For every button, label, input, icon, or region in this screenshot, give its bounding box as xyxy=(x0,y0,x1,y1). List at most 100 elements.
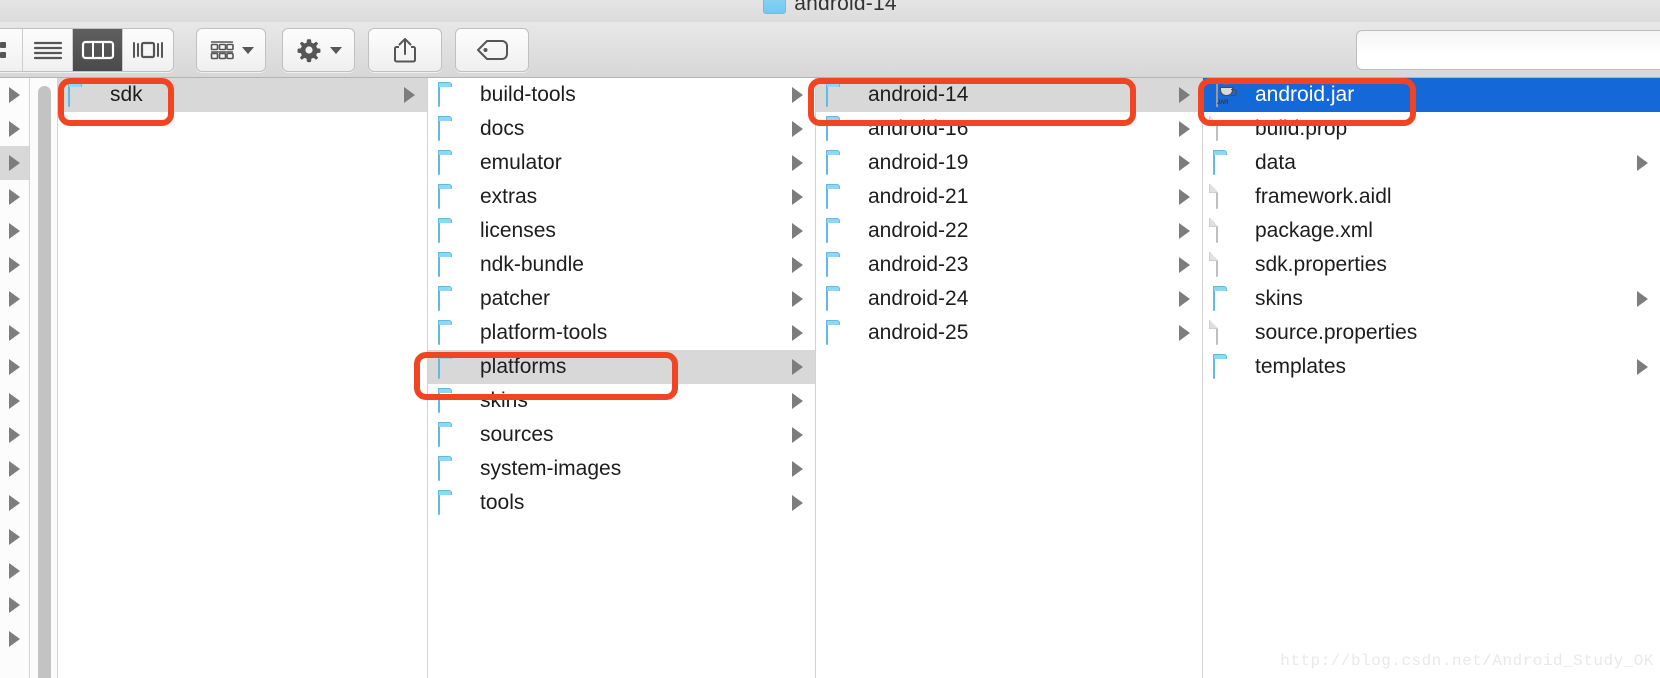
list-item[interactable]: sdk.properties xyxy=(1203,248,1660,282)
disclosure-row[interactable] xyxy=(0,214,29,248)
list-item[interactable]: android-14 xyxy=(816,78,1202,112)
list-item[interactable]: docs xyxy=(428,112,815,146)
list-view-button[interactable] xyxy=(23,29,73,71)
list-item[interactable]: sdk xyxy=(58,78,427,112)
list-item[interactable]: android-25 xyxy=(816,316,1202,350)
list-item[interactable]: android-24 xyxy=(816,282,1202,316)
arrange-button[interactable] xyxy=(196,28,266,72)
jar-file-icon: JAR xyxy=(1213,82,1243,107)
list-item[interactable]: patcher xyxy=(428,282,815,316)
list-item[interactable]: extras xyxy=(428,180,815,214)
list-item-label: data xyxy=(1255,151,1296,174)
list-item-label: sources xyxy=(480,423,554,446)
list-item[interactable]: android-16 xyxy=(816,112,1202,146)
list-item[interactable]: android-23 xyxy=(816,248,1202,282)
list-item[interactable]: skins xyxy=(428,384,815,418)
list-item[interactable]: ndk-bundle xyxy=(428,248,815,282)
chevron-right-icon xyxy=(1179,223,1190,239)
chevron-right-icon xyxy=(792,393,803,409)
disclosure-row[interactable] xyxy=(0,248,29,282)
icon-view-button[interactable] xyxy=(0,29,23,71)
list-item[interactable]: build-tools xyxy=(428,78,815,112)
disclosure-row[interactable] xyxy=(0,282,29,316)
folder-icon xyxy=(1213,286,1243,311)
chevron-right-icon xyxy=(1179,291,1190,307)
disclosure-row[interactable] xyxy=(0,520,29,554)
list-item[interactable]: build.prop xyxy=(1203,112,1660,146)
list-item[interactable]: package.xml xyxy=(1203,214,1660,248)
list-item[interactable]: tools xyxy=(428,486,815,520)
list-item[interactable]: android-22 xyxy=(816,214,1202,248)
disclosure-row[interactable] xyxy=(0,146,29,180)
column-android-14-contents[interactable]: JAR android.jar build.prop data framework.ai… xyxy=(1203,78,1660,678)
list-item[interactable]: source.properties xyxy=(1203,316,1660,350)
tags-button[interactable] xyxy=(455,28,529,72)
list-item[interactable]: platform-tools xyxy=(428,316,815,350)
list-view-icon xyxy=(33,41,62,60)
list-item[interactable]: android-21 xyxy=(816,180,1202,214)
list-item-label: android-19 xyxy=(868,151,969,174)
folder-icon xyxy=(438,252,468,277)
chevron-right-icon xyxy=(1637,155,1648,171)
list-item[interactable]: licenses xyxy=(428,214,815,248)
search-input[interactable] xyxy=(1356,30,1660,70)
chevron-right-icon xyxy=(1179,87,1190,103)
disclosure-row[interactable] xyxy=(0,554,29,588)
list-item[interactable]: skins xyxy=(1203,282,1660,316)
scrollbar-thumb[interactable] xyxy=(38,86,51,678)
grid-view-icon xyxy=(0,42,6,58)
list-item[interactable]: templates xyxy=(1203,350,1660,384)
chevron-right-icon xyxy=(9,427,20,443)
disclosure-row[interactable] xyxy=(0,588,29,622)
list-item[interactable]: sources xyxy=(428,418,815,452)
folder-icon xyxy=(826,286,856,311)
chevron-right-icon xyxy=(792,87,803,103)
folder-icon xyxy=(438,388,468,413)
column-browser: sdk build-tools docs emulator extras license… xyxy=(0,78,1660,678)
chevron-right-icon xyxy=(404,87,415,103)
list-item-label: android-25 xyxy=(868,321,969,344)
chevron-right-icon xyxy=(792,121,803,137)
folder-icon xyxy=(826,320,856,345)
column-0-arrows-only[interactable] xyxy=(0,78,30,678)
column-view-button[interactable] xyxy=(73,29,123,71)
list-item[interactable]: JAR android.jar xyxy=(1203,78,1660,112)
column-sdk[interactable]: sdk xyxy=(58,78,428,678)
list-item-label: source.properties xyxy=(1255,321,1418,344)
list-item[interactable]: android-19 xyxy=(816,146,1202,180)
list-item[interactable]: system-images xyxy=(428,452,815,486)
folder-icon xyxy=(826,150,856,175)
chevron-right-icon xyxy=(792,461,803,477)
column-0-scrollbar[interactable] xyxy=(30,78,58,678)
list-item[interactable]: framework.aidl xyxy=(1203,180,1660,214)
disclosure-row[interactable] xyxy=(0,452,29,486)
list-item[interactable]: data xyxy=(1203,146,1660,180)
folder-icon xyxy=(438,82,468,107)
gallery-view-button[interactable] xyxy=(123,29,173,71)
disclosure-row[interactable] xyxy=(0,316,29,350)
share-button[interactable] xyxy=(368,28,442,72)
chevron-right-icon xyxy=(792,223,803,239)
list-item[interactable]: emulator xyxy=(428,146,815,180)
disclosure-row[interactable] xyxy=(0,486,29,520)
list-item-label: tools xyxy=(480,491,525,514)
column-platforms-contents[interactable]: android-14 android-16 android-19 android-21… xyxy=(816,78,1203,678)
disclosure-row[interactable] xyxy=(0,384,29,418)
window-titlebar: android-14 xyxy=(0,0,1660,22)
window-title: android-14 xyxy=(794,0,897,15)
column-sdk-contents[interactable]: build-tools docs emulator extras licenses ndk… xyxy=(428,78,816,678)
action-button[interactable] xyxy=(282,28,355,72)
list-item[interactable]: platforms xyxy=(428,350,815,384)
list-item-label: build-tools xyxy=(480,83,576,106)
disclosure-row[interactable] xyxy=(0,622,29,656)
disclosure-row[interactable] xyxy=(0,180,29,214)
list-item-label: sdk xyxy=(110,83,143,106)
chevron-right-icon xyxy=(1637,359,1648,375)
disclosure-row[interactable] xyxy=(0,418,29,452)
chevron-right-icon xyxy=(9,121,20,137)
disclosure-row[interactable] xyxy=(0,78,29,112)
folder-icon xyxy=(826,82,856,107)
disclosure-row[interactable] xyxy=(0,112,29,146)
chevron-down-icon xyxy=(330,46,342,54)
disclosure-row[interactable] xyxy=(0,350,29,384)
